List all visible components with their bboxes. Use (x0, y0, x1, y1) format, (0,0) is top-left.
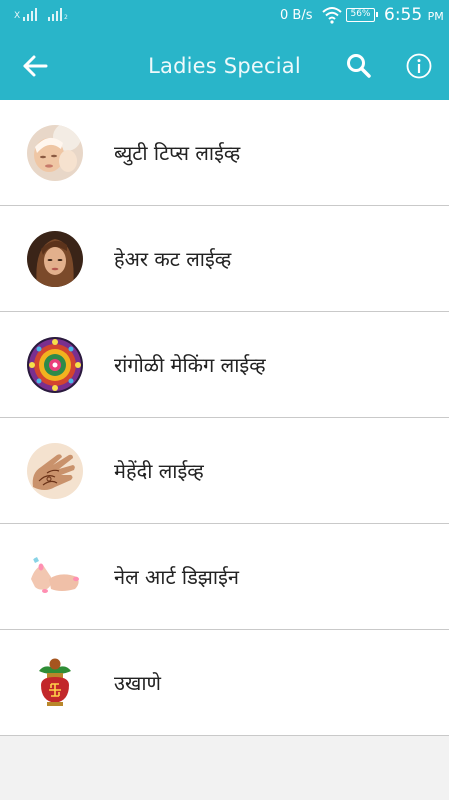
nail-art-icon (27, 549, 83, 605)
beauty-face-icon (27, 125, 83, 181)
list-item-label: रांगोळी मेकिंग लाईव्ह (114, 353, 266, 377)
toolbar: Ladies Special (0, 38, 449, 94)
page-title: Ladies Special (148, 54, 301, 78)
list-item-label: नेल आर्ट डिझाईन (114, 565, 239, 589)
list-item-label: ब्युटी टिप्स लाईव्ह (114, 141, 241, 165)
list-item-haircut[interactable]: हेअर कट लाईव्ह (0, 206, 449, 312)
search-icon[interactable] (344, 52, 374, 80)
menu-list: ब्युटी टिप्स लाईव्ह हेअर कट लाईव्ह रांगो… (0, 100, 449, 736)
rangoli-icon (27, 337, 83, 393)
mehendi-hand-icon (27, 443, 83, 499)
wifi-icon (322, 7, 342, 24)
list-item-label: हेअर कट लाईव्ह (114, 247, 232, 271)
sim1-signal-icon: X (14, 7, 38, 21)
info-icon[interactable] (405, 52, 433, 80)
sim2-signal-icon: 2 (48, 7, 68, 21)
haircut-icon (27, 231, 83, 287)
list-item-nail-art[interactable]: नेल आर्ट डिझाईन (0, 524, 449, 630)
app-header: X 2 0 B/s 56% 6:55 PM Ladies Special (0, 0, 449, 100)
list-item-beauty-tips[interactable]: ब्युटी टिप्स लाईव्ह (0, 100, 449, 206)
list-item-rangoli[interactable]: रांगोळी मेकिंग लाईव्ह (0, 312, 449, 418)
list-item-label: मेहेंदी लाईव्ह (114, 459, 204, 483)
kalash-icon (27, 655, 83, 711)
list-item-ukhane[interactable]: उखाणे (0, 630, 449, 736)
list-item-label: उखाणे (114, 671, 161, 695)
status-bar: X 2 0 B/s 56% 6:55 PM (0, 0, 449, 32)
list-item-mehendi[interactable]: मेहेंदी लाईव्ह (0, 418, 449, 524)
network-speed: 0 B/s (280, 8, 313, 23)
battery-level: 56% (350, 9, 371, 19)
battery-indicator: 56% (346, 8, 378, 22)
clock: 6:55 PM (384, 5, 444, 25)
